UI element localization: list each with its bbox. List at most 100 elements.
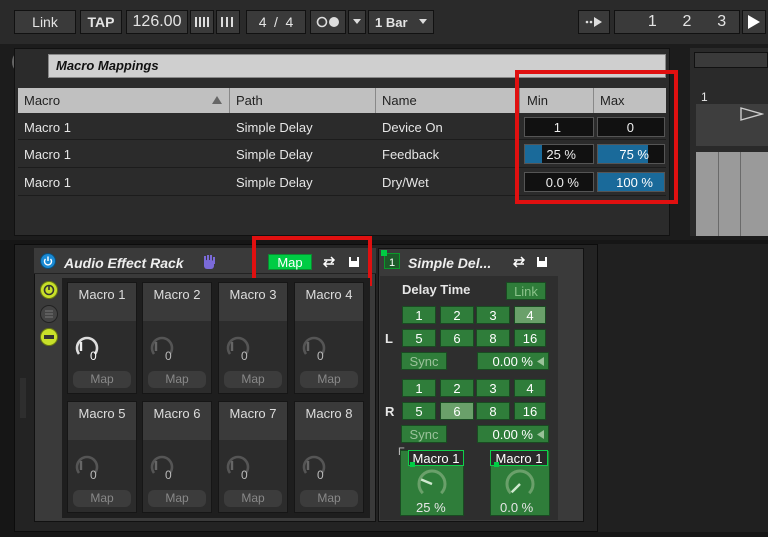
- macro-map-button[interactable]: Map: [300, 490, 358, 507]
- play-icon: [748, 15, 760, 29]
- macro-name[interactable]: Macro 4: [295, 283, 363, 321]
- right-offset-value: 0.00 %: [492, 426, 533, 442]
- chain-list-toggle[interactable]: [40, 305, 58, 323]
- list-icon: [45, 310, 53, 318]
- beat-button[interactable]: 16: [514, 402, 546, 420]
- macro-tile[interactable]: Macro 3 0 Map: [218, 282, 288, 394]
- macro-map-button[interactable]: Map: [73, 371, 131, 388]
- macro-tile[interactable]: Macro 7 0 Map: [218, 401, 288, 513]
- macro-view-toggle[interactable]: [40, 281, 58, 299]
- macro-map-button[interactable]: Map: [148, 490, 206, 507]
- beat-button[interactable]: 2: [440, 306, 474, 324]
- macro-knob[interactable]: [72, 450, 102, 480]
- loop-marker-icon[interactable]: [740, 107, 764, 121]
- macro-map-button[interactable]: Map: [224, 490, 282, 507]
- macro-knob[interactable]: [299, 331, 329, 361]
- delay-title: Simple Del...: [408, 255, 492, 271]
- left-offset-field[interactable]: 0.00 %: [477, 352, 549, 370]
- nudge-down-icon: [195, 17, 209, 27]
- macro-name[interactable]: Macro 6: [143, 402, 211, 440]
- beat-button[interactable]: 5: [402, 402, 436, 420]
- macro-name[interactable]: Macro 3: [219, 283, 287, 321]
- device-power-button[interactable]: [40, 253, 56, 269]
- beat-button[interactable]: 2: [440, 379, 474, 397]
- beat-button[interactable]: 8: [476, 402, 510, 420]
- macro-name[interactable]: Macro 7: [219, 402, 287, 440]
- time-signature[interactable]: 4 / 4: [246, 10, 306, 34]
- macro-map-button[interactable]: Map: [148, 371, 206, 388]
- drywet-knob[interactable]: [498, 466, 542, 500]
- position-bar: 1: [647, 13, 657, 30]
- row-name: Device On: [382, 120, 443, 135]
- macro-map-button[interactable]: Map: [224, 371, 282, 388]
- macro-tile[interactable]: Macro 4 0 Map: [294, 282, 364, 394]
- right-sync-toggle[interactable]: Sync: [401, 425, 447, 443]
- macro-knob[interactable]: [72, 331, 102, 361]
- play-button[interactable]: [742, 10, 766, 34]
- macro-tile[interactable]: Macro 1 0 Map: [67, 282, 137, 394]
- arrangement-position[interactable]: 1 2 3: [614, 10, 740, 34]
- macro-tile[interactable]: Macro 8 0 Map: [294, 401, 364, 513]
- macro-name[interactable]: Macro 5: [68, 402, 136, 440]
- link-button[interactable]: Link: [14, 10, 76, 34]
- macro-value: 0: [317, 468, 324, 482]
- right-channel-label: R: [385, 404, 395, 419]
- nudge-up-button[interactable]: [216, 10, 240, 34]
- column-header-path: Path: [236, 93, 263, 108]
- macro-name[interactable]: Macro 2: [143, 283, 211, 321]
- sort-ascending-icon[interactable]: [212, 96, 222, 104]
- macro-knob[interactable]: [299, 450, 329, 480]
- macro-tile[interactable]: Macro 2 0 Map: [142, 282, 212, 394]
- beat-button[interactable]: 3: [476, 379, 510, 397]
- macro-name[interactable]: Macro 1: [68, 283, 136, 321]
- chevron-left-icon: [537, 429, 544, 439]
- hot-swap-icon[interactable]: [512, 256, 526, 268]
- save-preset-icon[interactable]: [536, 256, 548, 268]
- left-sync-toggle[interactable]: Sync: [401, 352, 447, 370]
- row-macro: Macro 1: [24, 147, 71, 162]
- beat-button[interactable]: 6: [440, 329, 474, 347]
- macro-knob[interactable]: [147, 331, 177, 361]
- macro-value: 0: [165, 349, 172, 363]
- feedback-knob[interactable]: [410, 466, 454, 500]
- beat-button[interactable]: 3: [476, 306, 510, 324]
- row-path: Simple Delay: [236, 175, 313, 190]
- beat-button[interactable]: 1: [402, 379, 436, 397]
- device-view-toggle[interactable]: [40, 328, 58, 346]
- macro-map-button[interactable]: Map: [300, 371, 358, 388]
- beat-button[interactable]: 5: [402, 329, 436, 347]
- chevron-left-icon: [537, 356, 544, 366]
- macro-map-button[interactable]: Map: [73, 490, 131, 507]
- beat-button[interactable]: 8: [476, 329, 510, 347]
- macro-mappings-title: Macro Mappings: [56, 58, 159, 73]
- macro-tile[interactable]: Macro 5 0 Map: [67, 401, 137, 513]
- metronome-button[interactable]: [310, 10, 346, 34]
- macro-tile[interactable]: Macro 6 0 Map: [142, 401, 212, 513]
- beat-button[interactable]: 4: [514, 379, 546, 397]
- follow-button[interactable]: [578, 10, 610, 34]
- clip-body[interactable]: [696, 152, 768, 236]
- macro-knob[interactable]: [223, 450, 253, 480]
- row-path: Simple Delay: [236, 147, 313, 162]
- quantize-select[interactable]: 1 Bar: [368, 10, 434, 34]
- right-offset-field[interactable]: 0.00 %: [477, 425, 549, 443]
- macro-knob[interactable]: [223, 331, 253, 361]
- tempo-field[interactable]: 126.00: [126, 10, 188, 34]
- metronome-menu-button[interactable]: [348, 10, 366, 34]
- beat-button[interactable]: 6: [440, 402, 474, 420]
- macro-value: 0: [90, 349, 97, 363]
- beat-button[interactable]: 4: [514, 306, 546, 324]
- nudge-down-button[interactable]: [190, 10, 214, 34]
- row-name: Dry/Wet: [382, 175, 429, 190]
- macro-knob-icon: [43, 284, 55, 296]
- column-header-macro: Macro: [24, 93, 61, 108]
- macro-knob[interactable]: [147, 450, 177, 480]
- left-channel-label: L: [385, 331, 393, 346]
- rack-resize-handle[interactable]: [20, 378, 26, 418]
- macro-name[interactable]: Macro 8: [295, 402, 363, 440]
- beat-button[interactable]: 1: [402, 306, 436, 324]
- link-toggle[interactable]: Link: [506, 282, 546, 300]
- macro-value: 0: [241, 349, 248, 363]
- beat-button[interactable]: 16: [514, 329, 546, 347]
- tap-button[interactable]: TAP: [80, 10, 122, 34]
